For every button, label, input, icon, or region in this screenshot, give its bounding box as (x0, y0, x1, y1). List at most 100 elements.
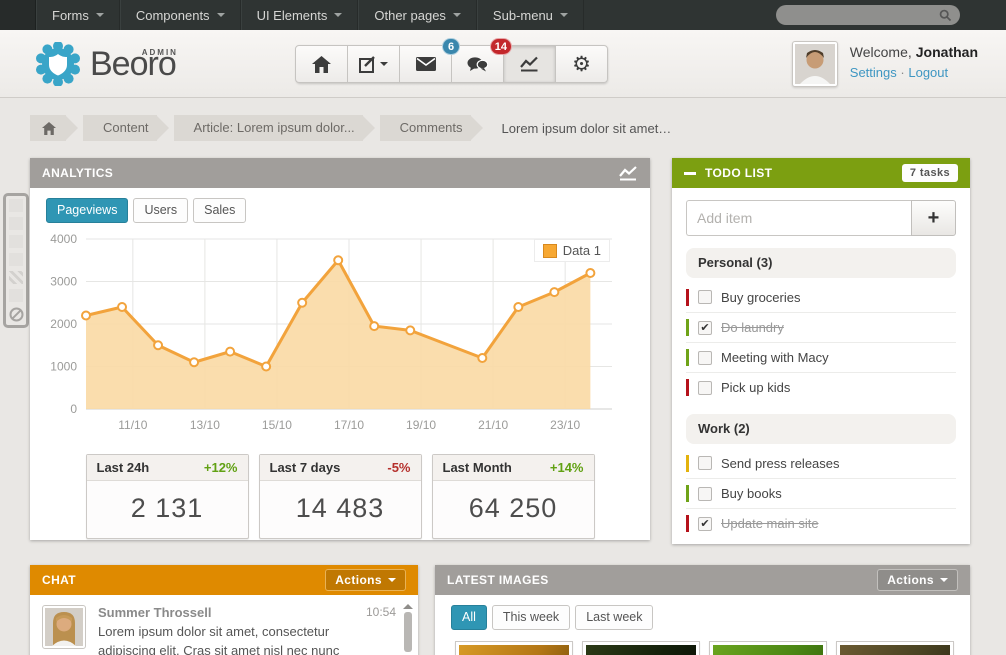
search-box (776, 5, 960, 25)
stat-box-last-24h: Last 24h+12% 2 131 (86, 454, 249, 539)
todo-item-send-press-releases[interactable]: Send press releases (686, 448, 956, 478)
todo-checkbox[interactable] (698, 487, 712, 501)
messages-button[interactable]: 14 (451, 45, 504, 83)
todo-checkbox[interactable] (698, 351, 712, 365)
priority-bar (686, 319, 689, 336)
analytics-chart: 0100020003000400011/1013/1015/1017/1019/… (46, 231, 634, 448)
todo-item-do-laundry[interactable]: ✔ Do laundry (686, 312, 956, 342)
latest-images-header: LATEST IMAGES Actions (435, 565, 970, 595)
add-item-input[interactable] (686, 200, 911, 236)
chat-actions-button[interactable]: Actions (325, 569, 406, 591)
todo-item-buy-books[interactable]: Buy books (686, 478, 956, 508)
priority-bar (686, 515, 689, 532)
forest-path-thumbnail[interactable] (836, 641, 954, 655)
home-button[interactable] (295, 45, 348, 83)
chat-time: 10:54 (366, 605, 396, 620)
priority-bar (686, 349, 689, 366)
stat-box-last-7-days: Last 7 days-5% 14 483 (259, 454, 422, 539)
scroll-up-icon[interactable] (403, 599, 413, 609)
stat-delta: +12% (204, 460, 238, 475)
contact-photo (45, 608, 83, 646)
brand-badge: ADMIN (142, 48, 178, 57)
tab-all[interactable]: All (451, 605, 487, 630)
todo-item-label: Update main site (721, 516, 819, 531)
thumbnail-image (586, 645, 696, 655)
svg-text:11/10: 11/10 (118, 418, 147, 432)
search-icon[interactable] (939, 8, 952, 23)
todo-checkbox[interactable] (698, 290, 712, 304)
priority-bar (686, 455, 689, 472)
sidebar-slot[interactable] (9, 235, 23, 248)
breadcrumb-item-article-lorem-ipsum-dolor[interactable]: Article: Lorem ipsum dolor... (174, 115, 363, 141)
analytics-icon (520, 56, 539, 72)
thumbnail-image (459, 645, 569, 655)
breadcrumb-home[interactable] (30, 115, 66, 141)
priority-bar (686, 289, 689, 306)
compose-button[interactable] (347, 45, 400, 83)
nav-menu-forms[interactable]: Forms (36, 0, 120, 30)
todo-checkbox[interactable] (698, 381, 712, 395)
tab-pageviews[interactable]: Pageviews (46, 198, 128, 223)
tab-users[interactable]: Users (133, 198, 188, 223)
search-input[interactable] (784, 8, 939, 22)
todo-panel: TODO LIST 7 tasks + Personal (3)Buy groc… (672, 158, 970, 544)
chart-line-icon[interactable] (618, 165, 638, 181)
breadcrumb-item-content[interactable]: Content (83, 115, 157, 141)
todo-item-meeting-with-macy[interactable]: Meeting with Macy (686, 342, 956, 372)
dark-forest-thumbnail[interactable] (582, 641, 700, 655)
nav-menu-components[interactable]: Components (120, 0, 241, 30)
analytics-button[interactable] (503, 45, 556, 83)
chat-scrollbar (403, 599, 413, 655)
collapse-icon[interactable] (684, 172, 696, 175)
todo-checkbox[interactable]: ✔ (698, 321, 712, 335)
add-item-button[interactable]: + (911, 200, 956, 236)
scrollbar-thumb[interactable] (404, 612, 412, 652)
mail-button[interactable]: 6 (399, 45, 452, 83)
nav-menu-sub-menu[interactable]: Sub-menu (477, 0, 584, 30)
priority-bar (686, 379, 689, 396)
svg-text:15/10: 15/10 (262, 418, 292, 432)
dashboard-screen: FormsComponentsUI ElementsOther pagesSub… (0, 0, 1006, 655)
stat-value: 64 250 (433, 481, 594, 538)
todo-title: TODO LIST (705, 166, 772, 180)
svg-text:2000: 2000 (50, 317, 77, 331)
avatar[interactable] (42, 605, 86, 649)
blocked-icon[interactable] (9, 307, 24, 322)
chart-legend: Data 1 (534, 239, 610, 262)
green-field-thumbnail[interactable] (709, 641, 827, 655)
chevron-down-icon (217, 13, 225, 21)
stat-label: Last 24h (97, 460, 150, 475)
tab-sales[interactable]: Sales (193, 198, 246, 223)
todo-checkbox[interactable] (698, 456, 712, 470)
todo-item-update-main-site[interactable]: ✔ Update main site (686, 508, 956, 538)
tab-last-week[interactable]: Last week (575, 605, 653, 630)
chat-header: CHAT Actions (30, 565, 418, 595)
nav-menu-other-pages[interactable]: Other pages (358, 0, 477, 30)
todo-header: TODO LIST 7 tasks (672, 158, 970, 188)
avatar[interactable] (792, 41, 838, 87)
settings-link[interactable]: Settings (850, 65, 897, 80)
logout-link[interactable]: Logout (908, 65, 948, 80)
todo-checkbox[interactable]: ✔ (698, 517, 712, 531)
svg-text:3000: 3000 (50, 275, 77, 289)
autumn-leaves-thumbnail[interactable] (455, 641, 573, 655)
brand-logo[interactable]: Beoro ADMIN (36, 42, 212, 86)
sidebar-slot[interactable] (9, 199, 23, 212)
sidebar-slot[interactable] (9, 253, 23, 266)
todo-item-label: Do laundry (721, 320, 784, 335)
todo-item-buy-groceries[interactable]: Buy groceries (686, 282, 956, 312)
settings-button[interactable]: ⚙ (555, 45, 608, 83)
sidebar-slot[interactable] (9, 217, 23, 230)
analytics-tabs: PageviewsUsersSales (46, 198, 634, 223)
sidebar-slot-hatched[interactable] (9, 271, 23, 284)
breadcrumb-item-comments[interactable]: Comments (380, 115, 471, 141)
legend-label: Data 1 (563, 243, 601, 258)
todo-item-pick-up-kids[interactable]: Pick up kids (686, 372, 956, 402)
breadcrumb-items: Content Article: Lorem ipsum dolor... Comm… (83, 115, 488, 141)
sidebar-slot[interactable] (9, 289, 23, 302)
images-actions-button[interactable]: Actions (877, 569, 958, 591)
tab-this-week[interactable]: This week (492, 605, 570, 630)
area-chart: 0100020003000400011/1013/1015/1017/1019/… (46, 231, 634, 448)
stat-delta: -5% (387, 460, 410, 475)
nav-menu-ui-elements[interactable]: UI Elements (241, 0, 359, 30)
